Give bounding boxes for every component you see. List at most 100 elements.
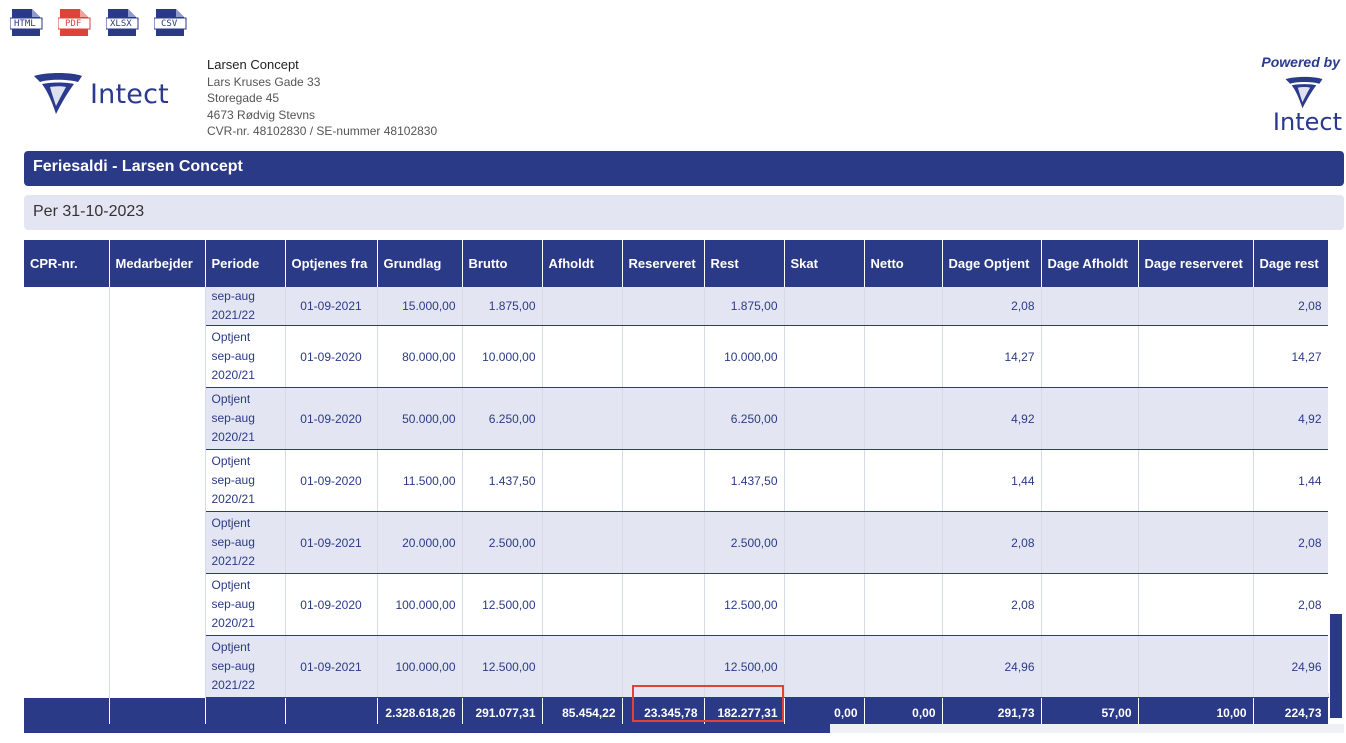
period-line: 2020/21 <box>211 616 255 630</box>
vertical-scrollbar-thumb[interactable] <box>1330 614 1342 718</box>
cell-dage-rest: 4,92 <box>1253 387 1329 450</box>
cell-grundlag: 100.000,00 <box>377 635 463 698</box>
col-header[interactable]: CPR-nr. <box>24 240 110 287</box>
col-header[interactable]: Optjenes fra <box>285 240 378 287</box>
col-header[interactable]: Reserveret <box>622 240 705 287</box>
company-ids: CVR-nr. 48102830 / SE-nummer 48102830 <box>207 124 438 138</box>
csv-export-icon[interactable]: CSV <box>154 9 188 37</box>
pdf-export-label: PDF <box>65 19 82 29</box>
period-line: 2021/22 <box>211 678 255 692</box>
col-header[interactable]: Dage rest <box>1253 240 1329 287</box>
cell-rest: 2.500,00 <box>704 511 785 574</box>
period-line: 2020/21 <box>211 368 255 382</box>
cell-grundlag: 100.000,00 <box>377 573 463 636</box>
col-header[interactable]: Dage reserveret <box>1138 240 1254 287</box>
cell-skat <box>784 449 865 512</box>
total-rest: 182.277,31 <box>704 697 785 728</box>
company-address1: Lars Kruses Gade 33 <box>207 74 321 89</box>
period-line: sep-aug <box>211 473 255 487</box>
period-line: sep-aug <box>211 597 255 611</box>
cell-rest: 1.875,00 <box>704 287 785 326</box>
total-dage-optjent: 291,73 <box>942 697 1042 728</box>
cell-reserveret <box>622 449 705 512</box>
cell-brutto: 12.500,00 <box>462 573 543 636</box>
powered-by: Powered by Intect <box>1261 54 1342 136</box>
xlsx-export-icon[interactable]: XLSX <box>106 9 140 37</box>
total-dage-rest: 224,73 <box>1253 697 1329 728</box>
cell-dage-afholdt <box>1041 325 1139 388</box>
cell-dage-reserveret <box>1138 325 1254 388</box>
powered-logo-text: Intect <box>1272 108 1342 136</box>
cell-from: 01-09-2020 <box>285 387 378 450</box>
intect-logo-icon <box>34 73 82 114</box>
total-netto: 0,00 <box>864 697 943 728</box>
pdf-export-icon[interactable]: PDF <box>58 9 92 37</box>
cell-afholdt <box>542 287 623 326</box>
cell-brutto: 12.500,00 <box>462 635 543 698</box>
period-cell: Optjent sep-aug 2020/21 <box>205 325 286 388</box>
table-row: Optjent sep-aug 2021/22 01-09-2021 100.000,0… <box>24 635 1329 698</box>
total-cell <box>24 697 110 728</box>
html-export-icon[interactable]: HTML <box>10 9 44 37</box>
csv-export-label: CSV <box>161 19 178 29</box>
cell-reserveret <box>622 511 705 574</box>
cell-dage-afholdt <box>1041 287 1139 326</box>
cell-dage-afholdt <box>1041 635 1139 698</box>
col-header[interactable]: Dage Optjent <box>942 240 1042 287</box>
company-city: 4673 Rødvig Stevns <box>207 107 316 122</box>
table-row: Optjent sep-aug 2020/21 01-09-2020 100.000,0… <box>24 573 1329 636</box>
period-line: 2020/21 <box>211 492 255 506</box>
period-line: 2021/22 <box>211 308 255 322</box>
cell-brutto: 1.437,50 <box>462 449 543 512</box>
total-dage-reserveret: 10,00 <box>1138 697 1254 728</box>
period-line: 2021/22 <box>211 554 255 568</box>
period-line: Optjent <box>211 392 251 406</box>
xlsx-export-label: XLSX <box>110 19 132 29</box>
cell-dage-optjent: 4,92 <box>942 387 1042 450</box>
cell-rest: 1.437,50 <box>704 449 785 512</box>
cell-brutto: 6.250,00 <box>462 387 543 450</box>
horizontal-scrollbar-thumb[interactable] <box>24 724 830 733</box>
cell-skat <box>784 573 865 636</box>
cell-from: 01-09-2021 <box>285 635 378 698</box>
col-header[interactable]: Brutto <box>462 240 543 287</box>
cell-reserveret <box>622 635 705 698</box>
empty-cell <box>109 573 206 636</box>
cell-netto <box>864 635 943 698</box>
col-header[interactable]: Grundlag <box>377 240 463 287</box>
html-export-label: HTML <box>14 19 36 29</box>
total-cell <box>109 697 206 728</box>
cell-grundlag: 20.000,00 <box>377 511 463 574</box>
table-row: Optjent sep-aug 2020/21 01-09-2020 50.000,00… <box>24 387 1329 450</box>
cell-from: 01-09-2020 <box>285 449 378 512</box>
empty-cell <box>109 449 206 512</box>
col-header[interactable]: Netto <box>864 240 943 287</box>
period-cell: Optjent sep-aug 2021/22 <box>205 511 286 574</box>
total-brutto: 291.077,31 <box>462 697 543 728</box>
company-name: Larsen Concept <box>207 57 299 72</box>
cell-dage-optjent: 2,08 <box>942 573 1042 636</box>
cell-netto <box>864 449 943 512</box>
cell-netto <box>864 325 943 388</box>
col-header[interactable]: Periode <box>205 240 286 287</box>
cell-dage-rest: 24,96 <box>1253 635 1329 698</box>
cell-reserveret <box>622 287 705 326</box>
cell-afholdt <box>542 511 623 574</box>
col-header[interactable]: Medarbejder <box>109 240 206 287</box>
period-line: Optjent <box>211 330 251 344</box>
col-header[interactable]: Rest <box>704 240 785 287</box>
cell-afholdt <box>542 635 623 698</box>
cell-grundlag: 50.000,00 <box>377 387 463 450</box>
col-header[interactable]: Afholdt <box>542 240 623 287</box>
empty-cell <box>24 449 110 512</box>
period-cell: Optjent sep-aug 2020/21 <box>205 573 286 636</box>
col-header[interactable]: Skat <box>784 240 865 287</box>
cell-rest: 10.000,00 <box>704 325 785 388</box>
col-header[interactable]: Dage Afholdt <box>1041 240 1139 287</box>
cell-skat <box>784 387 865 450</box>
report-title: Feriesaldi - Larsen Concept <box>24 151 1344 186</box>
total-reserveret: 23.345,78 <box>622 697 705 728</box>
cell-netto <box>864 387 943 450</box>
cell-skat <box>784 511 865 574</box>
cell-dage-optjent: 24,96 <box>942 635 1042 698</box>
